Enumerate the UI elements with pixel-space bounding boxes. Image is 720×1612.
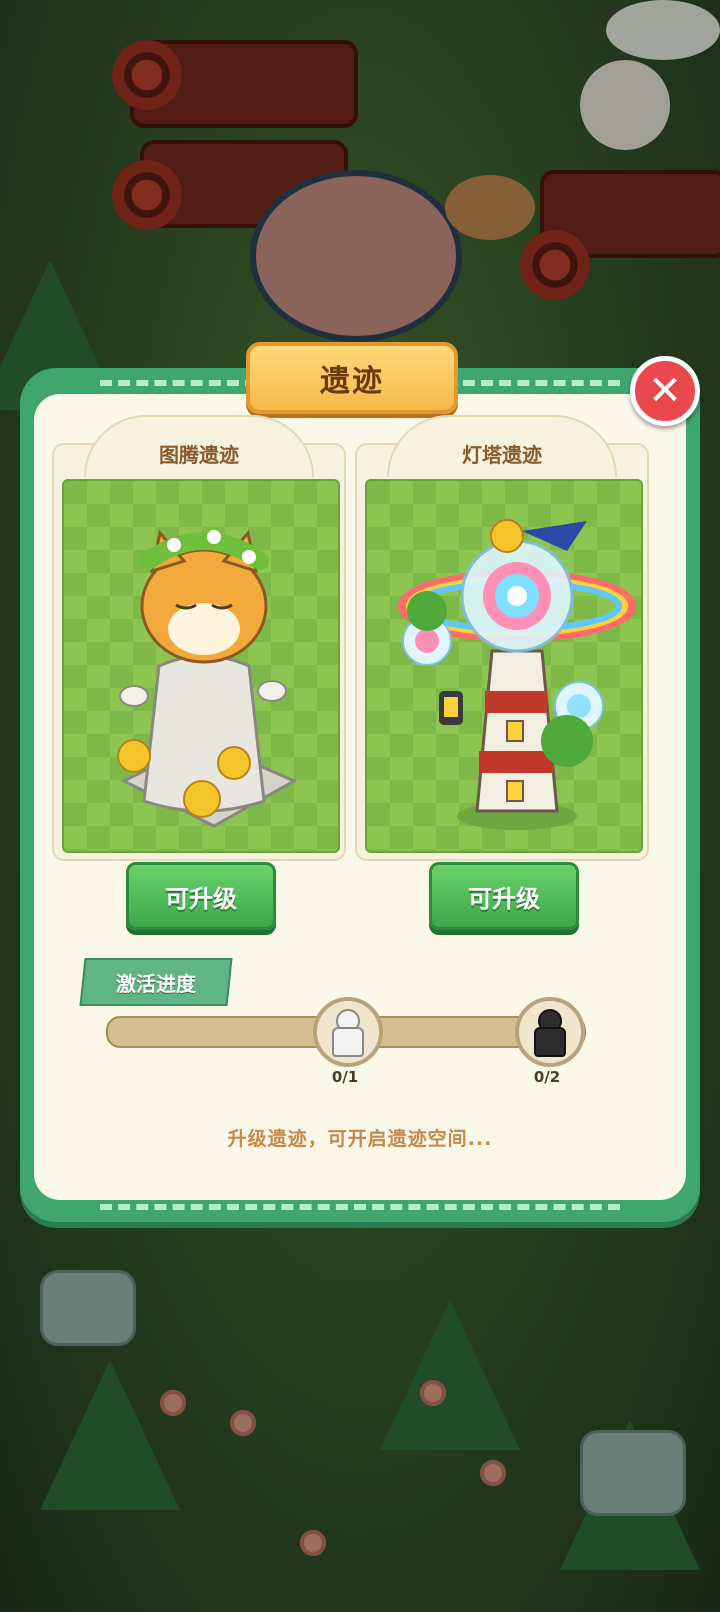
upgrade-button-lighthouse[interactable]: 可升级 bbox=[429, 862, 579, 930]
white-pawn-body bbox=[332, 1027, 364, 1057]
activation-progress-tag: 激活进度 bbox=[79, 958, 233, 1006]
cat-totem-statue-icon bbox=[117, 529, 298, 828]
milestone-progress: 0/1 bbox=[331, 1068, 359, 1086]
upgrade-button-label: 可升级 bbox=[468, 884, 540, 913]
relic-card-totem[interactable]: 图腾遗迹 bbox=[52, 415, 346, 861]
milestone-progress: 0/2 bbox=[533, 1068, 561, 1086]
relic-card-lighthouse[interactable]: 灯塔遗迹 bbox=[355, 415, 649, 861]
unlock-hint-text: 升级遗迹，可开启遗迹空间... bbox=[227, 1128, 493, 1150]
lighthouse-relic-image bbox=[365, 479, 643, 853]
rainbow-lighthouse-icon bbox=[398, 519, 636, 830]
upgrade-button-totem[interactable]: 可升级 bbox=[126, 862, 276, 930]
dialog-title: 遗迹 bbox=[320, 364, 384, 399]
upgrade-button-label: 可升级 bbox=[165, 884, 237, 913]
milestone-node-2[interactable] bbox=[515, 997, 585, 1067]
dialog-title-plate: 遗迹 bbox=[246, 342, 458, 414]
close-button[interactable]: ✕ bbox=[630, 356, 700, 426]
close-icon: ✕ bbox=[648, 368, 682, 414]
relic-name: 图腾遗迹 bbox=[159, 443, 239, 467]
milestone-node-1[interactable] bbox=[313, 997, 383, 1067]
black-pawn-body bbox=[534, 1027, 566, 1057]
frame-stitch-bottom bbox=[100, 1204, 620, 1210]
totem-relic-image bbox=[62, 479, 340, 853]
relic-name: 灯塔遗迹 bbox=[462, 443, 542, 467]
activation-progress-label: 激活进度 bbox=[116, 971, 196, 996]
